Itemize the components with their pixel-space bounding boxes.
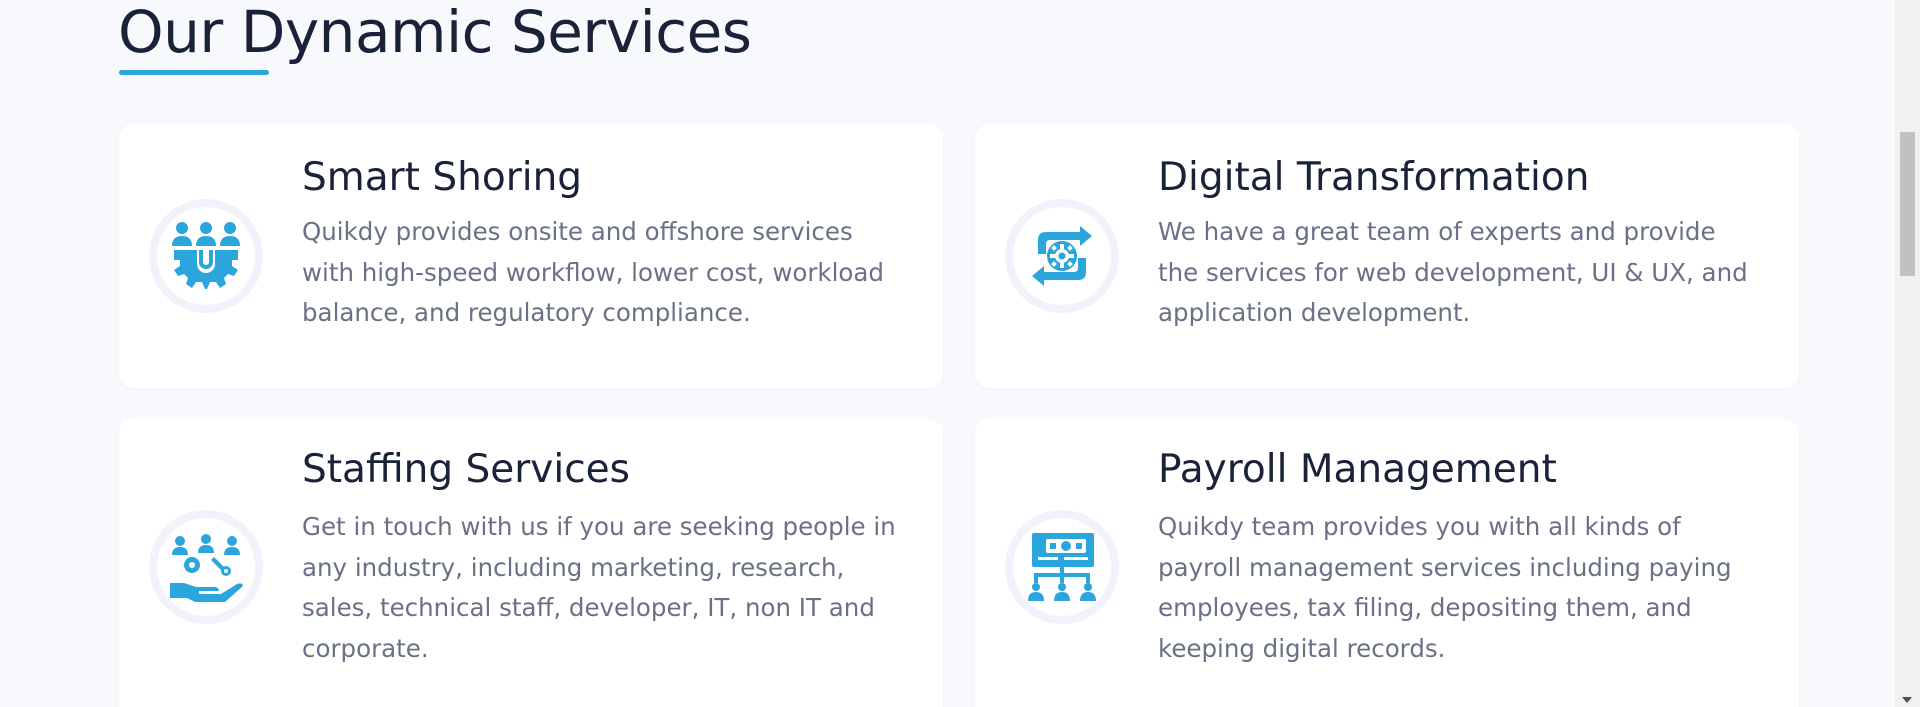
services-page: Our Dynamic Services Smart Shoring Quikd…	[0, 0, 1920, 707]
icon-circle	[149, 510, 263, 624]
icon-circle	[1005, 199, 1119, 313]
vertical-scrollbar[interactable]	[1895, 0, 1920, 707]
team-gear-icon	[172, 222, 240, 289]
transform-gear-icon	[1032, 226, 1092, 286]
payroll-board-icon	[1028, 533, 1096, 601]
service-description: Quikdy provides onsite and offshore serv…	[302, 217, 884, 327]
service-title: Smart Shoring	[302, 155, 583, 200]
icon-circle	[149, 199, 263, 313]
section-heading: Our Dynamic Services	[118, 0, 752, 66]
service-title: Payroll Management	[1158, 447, 1557, 492]
service-title: Digital Transformation	[1158, 155, 1590, 200]
scroll-down-arrow-icon[interactable]	[1902, 697, 1912, 703]
service-description: Quikdy team provides you with all kinds …	[1158, 512, 1732, 663]
service-card-payroll-management[interactable]: Payroll Management Quikdy team provides …	[975, 419, 1799, 707]
service-card-digital-transformation[interactable]: Digital Transformation We have a great t…	[975, 124, 1799, 388]
hand-people-icon	[170, 534, 243, 602]
heading-underline	[119, 70, 269, 75]
service-title: Staffing Services	[302, 447, 630, 492]
service-card-smart-shoring[interactable]: Smart Shoring Quikdy provides onsite and…	[119, 124, 943, 388]
scrollbar-thumb[interactable]	[1900, 132, 1915, 276]
service-description: We have a great team of experts and prov…	[1158, 217, 1748, 327]
service-description: Get in touch with us if you are seeking …	[302, 512, 896, 663]
icon-circle	[1005, 510, 1119, 624]
service-card-staffing-services[interactable]: Staffing Services Get in touch with us i…	[119, 419, 943, 707]
